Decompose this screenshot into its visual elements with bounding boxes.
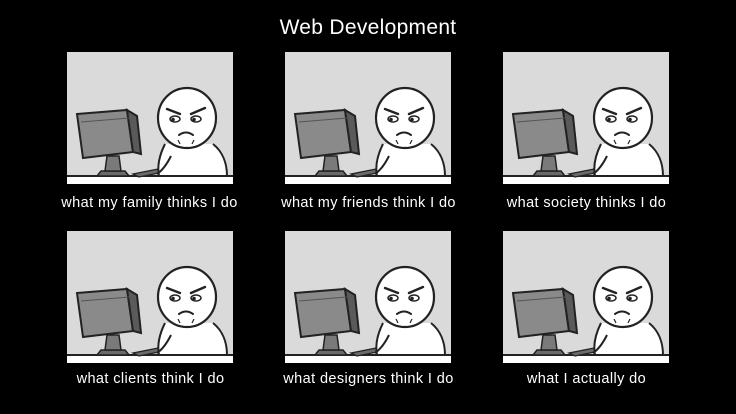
meme-title: Web Development xyxy=(279,16,457,39)
caption-society: what society thinks I do xyxy=(506,195,667,211)
guy-at-computer-icon xyxy=(503,265,669,363)
panel-actual xyxy=(503,231,669,363)
caption-family: what my family thinks I do xyxy=(61,195,238,211)
guy-at-computer-icon xyxy=(67,265,233,363)
panel-friends xyxy=(285,52,451,184)
guy-at-computer-icon xyxy=(285,86,451,184)
guy-at-computer-icon xyxy=(67,86,233,184)
panel-designers xyxy=(285,231,451,363)
caption-friends: what my friends think I do xyxy=(281,195,456,211)
caption-designers: what designers think I do xyxy=(283,371,454,387)
panel-family xyxy=(67,52,233,184)
guy-at-computer-icon xyxy=(503,86,669,184)
panel-clients xyxy=(67,231,233,363)
panel-society xyxy=(503,52,669,184)
guy-at-computer-icon xyxy=(285,265,451,363)
caption-clients: what clients think I do xyxy=(76,371,225,387)
caption-actual: what I actually do xyxy=(526,371,647,387)
